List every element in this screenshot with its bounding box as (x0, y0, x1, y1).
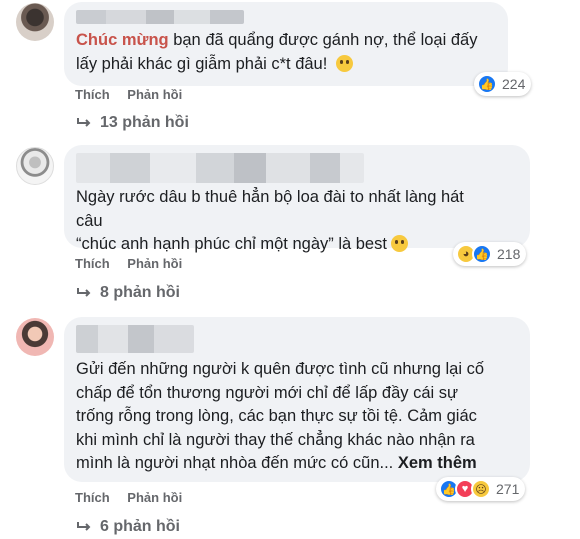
view-replies-link[interactable]: 13 phản hồi (76, 114, 189, 132)
like-link[interactable]: Thích (75, 256, 110, 271)
comment-actions: Thích Phản hồi (75, 256, 196, 271)
comment-bubble: Gửi đến những người k quên được tình cũ … (64, 317, 530, 482)
reaction-count: 224 (502, 76, 526, 92)
see-more-link[interactable]: Xem thêm (398, 454, 477, 472)
like-link[interactable]: Thích (75, 87, 110, 102)
comment-bubble: Ngày rước dâu b thuê hẳn bộ loa đài to n… (64, 145, 530, 253)
comment-actions: Thích Phản hồi (75, 87, 196, 102)
reaction-count: 271 (496, 481, 520, 497)
comment-highlight: Chúc mừng (76, 31, 169, 49)
blurred-author-name[interactable] (76, 10, 244, 24)
comment-text: Gửi đến những người k quên được tình cũ … (76, 360, 485, 472)
reply-arrow-icon (77, 118, 91, 127)
reaction-summary[interactable]: ◕ 👍 218 (453, 242, 527, 266)
sad-icon: ☹ (471, 479, 491, 499)
reply-link[interactable]: Phản hồi (127, 490, 182, 505)
comment-text: Chúc mừng bạn đã quẩng được gánh nợ, thể… (76, 31, 478, 73)
like-icon: 👍 (472, 244, 492, 264)
comment-bubble: Chúc mừng bạn đã quẩng được gánh nợ, thể… (64, 2, 508, 86)
view-replies-link[interactable]: 8 phản hồi (76, 284, 180, 302)
reply-arrow-icon (77, 288, 91, 297)
view-replies-link[interactable]: 6 phản hồi (76, 518, 180, 536)
avatar[interactable] (16, 3, 54, 41)
comment-text: Ngày rước dâu b thuê hẳn bộ loa đài to n… (76, 188, 464, 253)
smiling-emoji-icon (390, 235, 408, 252)
like-icon: 👍 (477, 74, 497, 94)
grinning-emoji-icon (335, 54, 353, 72)
reaction-summary[interactable]: 👍 224 (474, 72, 532, 96)
avatar[interactable] (16, 318, 54, 356)
avatar[interactable] (16, 147, 54, 185)
like-link[interactable]: Thích (75, 490, 110, 505)
reaction-count: 218 (497, 246, 521, 262)
reaction-summary[interactable]: 👍 ♥ ☹ 271 (436, 477, 526, 501)
reply-arrow-icon (77, 522, 91, 531)
comment-actions: Thích Phản hồi (75, 490, 196, 505)
blurred-author-name[interactable] (76, 325, 194, 353)
reply-link[interactable]: Phản hồi (127, 87, 182, 102)
blurred-author-name[interactable] (76, 153, 364, 183)
reply-link[interactable]: Phản hồi (127, 256, 182, 271)
